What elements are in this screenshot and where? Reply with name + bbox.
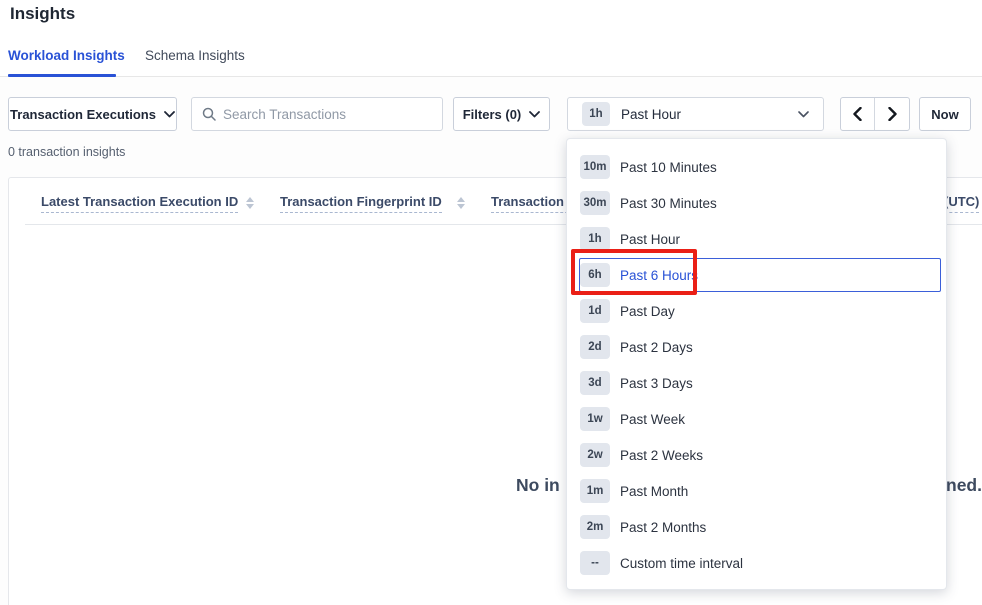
empty-state-text-fragment: ned. [946, 475, 982, 496]
time-interval-option[interactable]: 1w Past Week [567, 401, 946, 437]
page-title: Insights [10, 4, 75, 24]
workload-type-label: Transaction Executions [10, 107, 156, 122]
interval-badge: 30m [580, 191, 610, 215]
search-transactions-input[interactable] [223, 107, 432, 122]
tab-workload-insights[interactable]: Workload Insights [8, 48, 125, 63]
active-tab-underline [8, 74, 116, 77]
column-header-transaction-fingerprint-id[interactable]: Transaction Fingerprint ID [280, 194, 442, 213]
interval-badge: 10m [580, 155, 610, 179]
interval-badge: 1h [580, 227, 610, 251]
time-interval-option[interactable]: 2m Past 2 Months [567, 509, 946, 545]
interval-badge: 1d [580, 299, 610, 323]
interval-option-label: Past Hour [620, 232, 680, 247]
interval-option-label: Past 10 Minutes [620, 160, 717, 175]
next-interval-button[interactable] [875, 98, 909, 130]
time-interval-dropdown-menu: 10m Past 10 Minutes 30m Past 30 Minutes … [566, 138, 947, 590]
empty-state-text-fragment: No in [516, 475, 560, 496]
interval-option-label: Past 6 Hours [620, 268, 698, 283]
page-header: Insights Workload Insights Schema Insigh… [0, 0, 982, 77]
interval-option-label: Past 2 Days [620, 340, 693, 355]
filters-dropdown-button[interactable]: Filters (0) [453, 97, 550, 131]
column-header-utc[interactable]: (UTC) [944, 194, 979, 213]
column-header-latest-transaction-execution-id[interactable]: Latest Transaction Execution ID [41, 194, 238, 213]
time-interval-select[interactable]: 1h Past Hour [567, 97, 824, 131]
tab-schema-insights[interactable]: Schema Insights [145, 48, 245, 63]
workload-type-dropdown[interactable]: Transaction Executions [8, 97, 177, 131]
time-interval-option[interactable]: 1d Past Day [567, 293, 946, 329]
interval-badge: 2d [580, 335, 610, 359]
time-interval-label: Past Hour [621, 107, 681, 122]
chevron-down-icon [798, 111, 809, 118]
time-interval-badge: 1h [582, 102, 610, 126]
now-button[interactable]: Now [919, 97, 971, 131]
interval-badge: 3d [580, 371, 610, 395]
filters-label: Filters (0) [463, 107, 522, 122]
chevron-down-icon [529, 111, 540, 118]
time-interval-option[interactable]: 10m Past 10 Minutes [567, 149, 946, 185]
chevron-left-icon [853, 107, 862, 121]
sort-icon[interactable] [245, 197, 254, 211]
interval-option-label: Custom time interval [620, 556, 743, 571]
chevron-right-icon [888, 107, 897, 121]
interval-option-label: Past Day [620, 304, 675, 319]
interval-option-label: Past Month [620, 484, 688, 499]
insights-count-text: 0 transaction insights [8, 145, 125, 159]
time-interval-option[interactable]: 2d Past 2 Days [567, 329, 946, 365]
interval-option-label: Past Week [620, 412, 685, 427]
time-interval-option[interactable]: 2w Past 2 Weeks [567, 437, 946, 473]
interval-option-label: Past 2 Months [620, 520, 706, 535]
interval-badge: 6h [580, 263, 610, 287]
sort-icon[interactable] [456, 197, 465, 211]
chevron-down-icon [164, 111, 175, 118]
time-interval-option[interactable]: 30m Past 30 Minutes [567, 185, 946, 221]
search-icon [202, 107, 216, 121]
time-interval-option[interactable]: 1m Past Month [567, 473, 946, 509]
interval-badge: 2m [580, 515, 610, 539]
time-interval-option[interactable]: -- Custom time interval [567, 545, 946, 581]
interval-badge: 2w [580, 443, 610, 467]
interval-option-label: Past 3 Days [620, 376, 693, 391]
interval-badge: 1w [580, 407, 610, 431]
time-range-arrows [840, 97, 910, 131]
interval-option-label: Past 2 Weeks [620, 448, 703, 463]
previous-interval-button[interactable] [841, 98, 875, 130]
now-label: Now [931, 107, 958, 122]
time-interval-option[interactable]: 3d Past 3 Days [567, 365, 946, 401]
search-transactions-box[interactable] [191, 97, 443, 131]
interval-option-label: Past 30 Minutes [620, 196, 717, 211]
interval-badge: 1m [580, 479, 610, 503]
insights-page: Insights Workload Insights Schema Insigh… [0, 0, 982, 605]
interval-badge: -- [580, 551, 610, 575]
time-interval-option[interactable]: 1h Past Hour [567, 221, 946, 257]
time-interval-option[interactable]: 6h Past 6 Hours [567, 257, 946, 293]
